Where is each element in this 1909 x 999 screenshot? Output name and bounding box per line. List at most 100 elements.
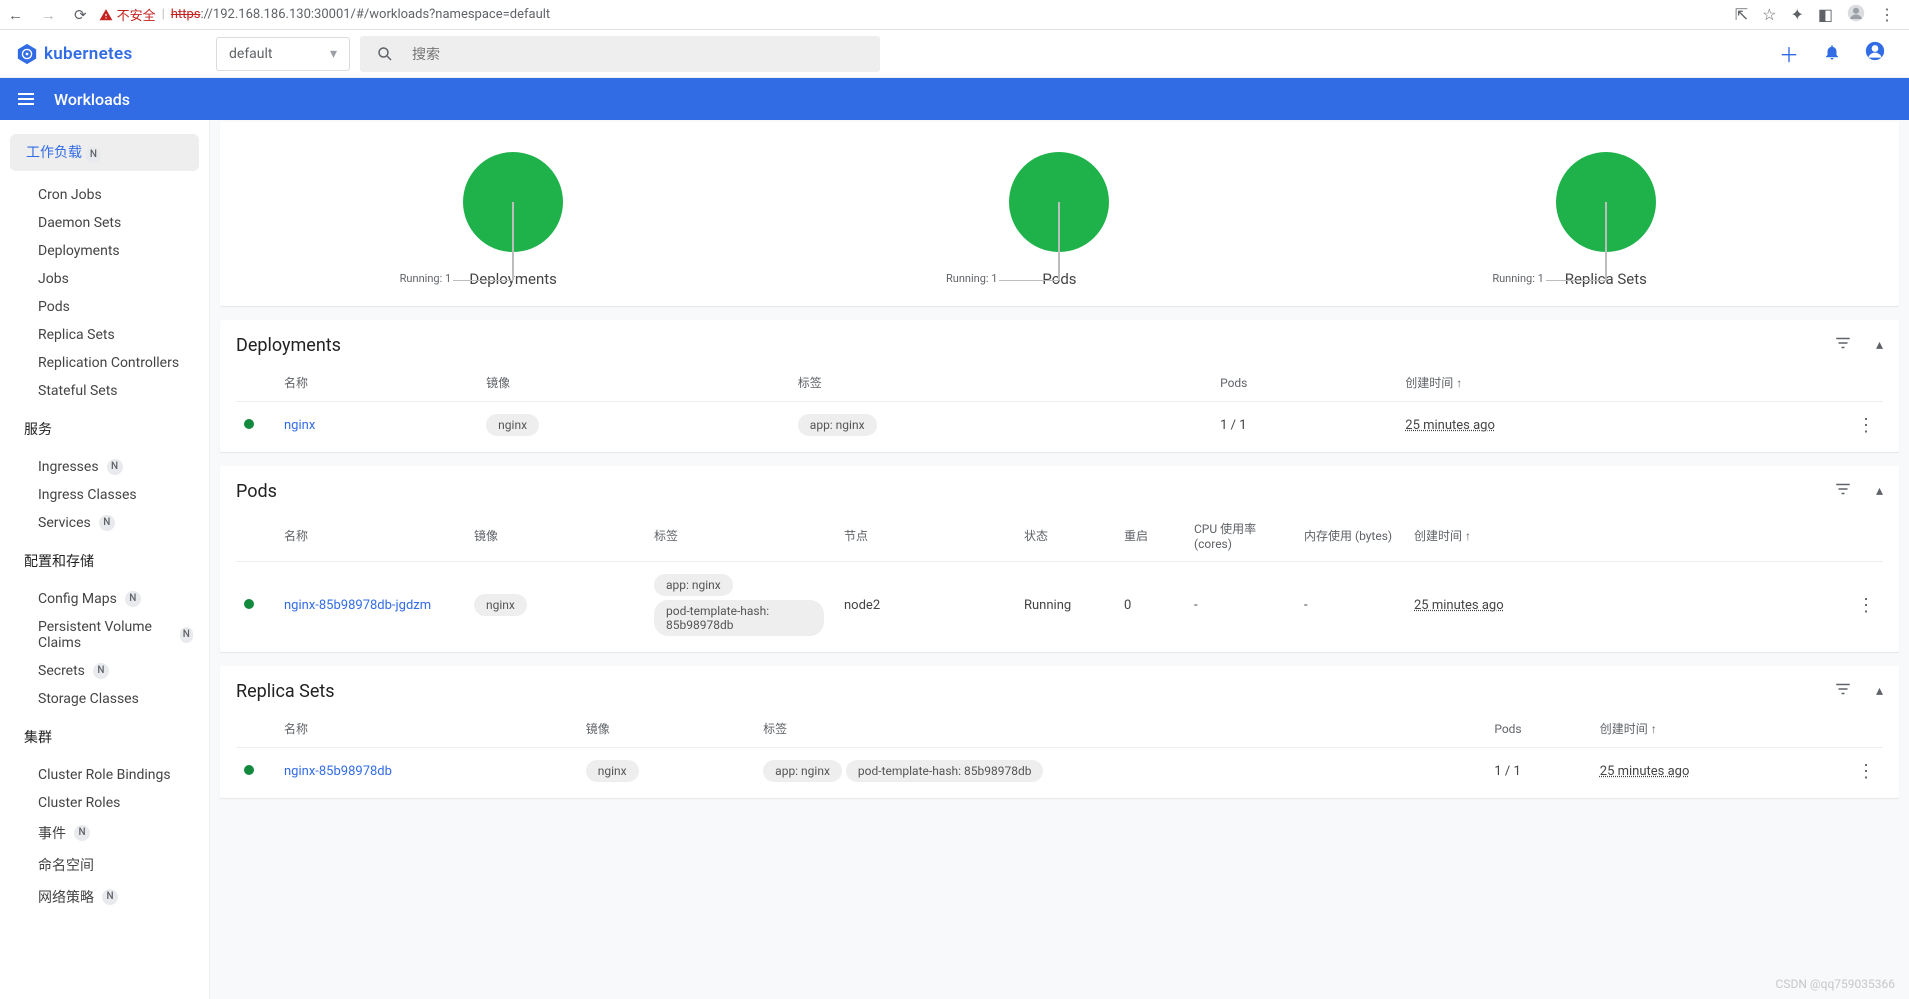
sidebar-item[interactable]: 事件N [0,817,209,849]
donut-block: Running: 1 Deployments [383,152,643,288]
cell-created: 25 minutes ago [1405,418,1495,433]
back-icon[interactable]: ← [8,6,23,24]
th-node[interactable]: 节点 [836,510,1016,562]
namespace-select[interactable]: default ▾ [216,37,350,71]
sidebar-title-config: 配置和存储 [0,543,209,579]
sidebar-item-label: Daemon Sets [38,215,121,231]
label-chip: pod-template-hash: 85b98978db [846,760,1044,782]
label-chip: app: nginx [654,574,733,596]
share-icon[interactable]: ⇱ [1735,5,1748,24]
badge-n: N [107,459,123,475]
sidebar-item-label: Stateful Sets [38,383,118,399]
forward-icon[interactable]: → [41,6,56,24]
table-row: nginx nginx app: nginx 1 / 1 25 minutes … [236,402,1883,449]
sidebar-item[interactable]: IngressesN [0,453,209,481]
sidebar-item[interactable]: Stateful Sets [0,377,209,405]
th-labels[interactable]: 标签 [755,710,1486,748]
table-row: nginx-85b98978db-jgdzm nginx app: nginx p… [236,562,1883,649]
collapse-icon[interactable]: ▴ [1876,683,1883,699]
th-images[interactable]: 镜像 [466,510,646,562]
sidebar-item[interactable]: Persistent Volume ClaimsN [0,613,209,657]
th-labels[interactable]: 标签 [646,510,836,562]
label-chip: nginx [474,594,527,616]
sidebar-item[interactable]: SecretsN [0,657,209,685]
sidebar-item-label: Services [38,515,91,531]
row-menu-icon[interactable]: ⋮ [1857,761,1875,782]
th-mem[interactable]: 内存使用 (bytes) [1296,510,1406,562]
th-created[interactable]: 创建时间 ↑ [1592,710,1849,748]
th-created[interactable]: 创建时间 ↑ [1397,364,1849,402]
sidebar-item[interactable]: Replication Controllers [0,349,209,377]
sidebar-item-label: Cluster Roles [38,795,120,811]
sidebar-item-label: Cron Jobs [38,187,102,203]
search-box[interactable] [360,36,880,72]
sidebar-item-workloads[interactable]: 工作负载 N [10,134,199,171]
sidebar-item[interactable]: Deployments [0,237,209,265]
menu-icon[interactable] [18,93,34,105]
sidebar-item[interactable]: Cron Jobs [0,181,209,209]
url-bar[interactable]: 不安全 | https://192.168.186.130:30001/#/wo… [99,5,1723,24]
status-dot [244,599,254,609]
sidebar-item[interactable]: Replica Sets [0,321,209,349]
sidebar-item[interactable]: Jobs [0,265,209,293]
resource-link[interactable]: nginx [284,418,315,433]
search-input[interactable] [410,45,864,63]
filter-icon[interactable] [1834,680,1852,702]
cell-status: Running [1016,562,1116,649]
extensions-icon[interactable]: ✦ [1790,5,1803,24]
sidebar-item[interactable]: Storage Classes [0,685,209,713]
th-pods[interactable]: Pods [1212,364,1397,402]
row-menu-icon[interactable]: ⋮ [1857,415,1875,436]
filter-icon[interactable] [1834,480,1852,502]
th-name[interactable]: 名称 [276,710,578,748]
label-chip: pod-template-hash: 85b98978db [654,600,824,636]
resource-link[interactable]: nginx-85b98978db-jgdzm [284,598,431,613]
sidebar-item-label: 事件 [38,823,66,843]
th-name[interactable]: 名称 [276,510,466,562]
collapse-icon[interactable]: ▴ [1876,337,1883,353]
filter-icon[interactable] [1834,334,1852,356]
sidebar-item[interactable]: Config MapsN [0,585,209,613]
donut-card: Running: 1 Deployments Running: 1 Pods R… [220,122,1899,306]
th-labels[interactable]: 标签 [790,364,1212,402]
pods-table: 名称 镜像 标签 节点 状态 重启 CPU 使用率 (cores) 内存使用 (… [236,510,1883,648]
app-actions: ＋ [1779,39,1893,68]
sidebar-item[interactable]: Cluster Role Bindings [0,761,209,789]
app-bar: kubernetes default ▾ ＋ [0,30,1909,78]
sidebar-item[interactable]: Cluster Roles [0,789,209,817]
th-cpu[interactable]: CPU 使用率 (cores) [1186,510,1296,562]
resource-link[interactable]: nginx-85b98978db [284,764,392,779]
profile-icon[interactable] [1847,4,1865,26]
th-pods[interactable]: Pods [1486,710,1591,748]
th-created[interactable]: 创建时间 ↑ [1406,510,1849,562]
sidebar-item[interactable]: 网络策略N [0,881,209,913]
kebab-icon[interactable]: ⋮ [1879,5,1895,24]
th-restarts[interactable]: 重启 [1116,510,1186,562]
star-icon[interactable]: ☆ [1762,5,1776,24]
th-images[interactable]: 镜像 [578,710,755,748]
collapse-icon[interactable]: ▴ [1876,483,1883,499]
sidebar-item[interactable]: ServicesN [0,509,209,537]
sidebar-item-label: 命名空间 [38,855,94,875]
brand-name: kubernetes [44,44,133,64]
bell-icon[interactable] [1823,42,1841,66]
donut-running-label: Running: 1 [393,272,451,285]
browser-chrome: ← → ⟳ 不安全 | https://192.168.186.130:3000… [0,0,1909,30]
th-name[interactable]: 名称 [276,364,478,402]
create-icon[interactable]: ＋ [1779,39,1799,68]
brand[interactable]: kubernetes [16,43,216,65]
th-images[interactable]: 镜像 [478,364,790,402]
sidebar-title-cluster: 集群 [0,719,209,755]
reload-icon[interactable]: ⟳ [74,6,87,24]
sidebar-item[interactable]: Daemon Sets [0,209,209,237]
row-menu-icon[interactable]: ⋮ [1857,595,1875,616]
sidebar-item[interactable]: Ingress Classes [0,481,209,509]
sidebar-item-label: Ingress Classes [38,487,137,503]
panel-icon[interactable]: ◧ [1818,5,1833,24]
user-icon[interactable] [1865,41,1885,66]
th-status[interactable]: 状态 [1016,510,1116,562]
sidebar-item[interactable]: 命名空间 [0,849,209,881]
replicasets-card: Replica Sets ▴ 名称 镜像 标签 Pods 创建时间 ↑ n [220,666,1899,798]
sidebar-item[interactable]: Pods [0,293,209,321]
badge-n: N [85,147,101,163]
